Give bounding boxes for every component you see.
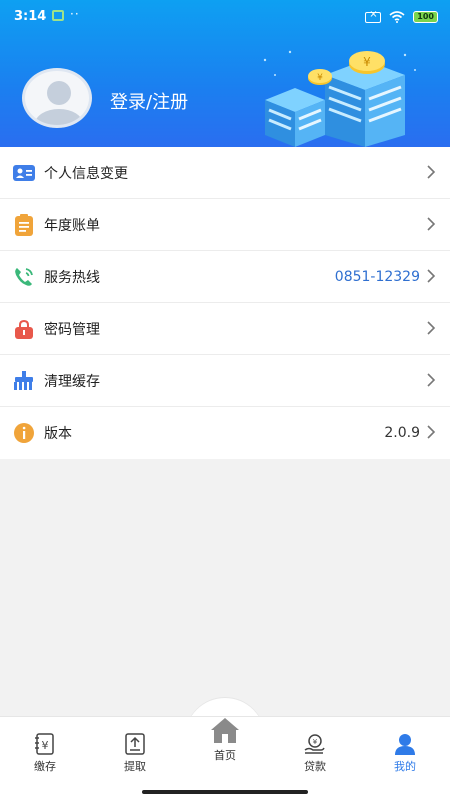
menu-item-label: 服务热线 bbox=[44, 269, 100, 286]
buildings-illustration-icon: ¥ ¥ bbox=[263, 50, 416, 147]
status-dots: ·· bbox=[70, 7, 80, 21]
login-register-link[interactable]: 登录/注册 bbox=[110, 88, 188, 114]
loan-icon: ¥ bbox=[304, 734, 325, 754]
chevron-right-icon bbox=[427, 373, 436, 387]
version-number: 2.0.9 bbox=[384, 425, 420, 441]
notification-icon bbox=[52, 10, 64, 21]
menu-item-service-hotline[interactable]: 服务热线 0851-12329 bbox=[0, 251, 450, 303]
avatar[interactable] bbox=[22, 68, 92, 128]
tab-loan[interactable]: ¥ 贷款 bbox=[280, 733, 350, 774]
menu-item-label: 清理缓存 bbox=[44, 373, 100, 390]
menu-item-version[interactable]: 版本 2.0.9 bbox=[0, 407, 450, 459]
menu-item-clear-cache[interactable]: 清理缓存 bbox=[0, 355, 450, 407]
tab-label: 首页 bbox=[214, 749, 236, 762]
home-icon bbox=[211, 718, 239, 743]
status-time: 3:14 bbox=[14, 9, 47, 24]
wifi-icon bbox=[389, 11, 405, 23]
lock-icon bbox=[13, 318, 35, 340]
settings-menu: 个人信息变更 年度账单 服务热线 0851-12329 密码管理 清理缓存 版本… bbox=[0, 147, 450, 459]
info-icon bbox=[13, 422, 35, 444]
tab-label: 我的 bbox=[394, 760, 416, 773]
chevron-right-icon bbox=[427, 269, 436, 283]
svg-text:¥: ¥ bbox=[363, 55, 371, 69]
tab-label: 缴存 bbox=[34, 760, 56, 773]
svg-text:¥: ¥ bbox=[42, 739, 49, 752]
chevron-right-icon bbox=[427, 217, 436, 231]
chevron-right-icon bbox=[427, 321, 436, 335]
avatar-body bbox=[35, 109, 83, 125]
menu-item-label: 年度账单 bbox=[44, 217, 100, 234]
chevron-right-icon bbox=[427, 425, 436, 439]
tab-mine[interactable]: 我的 bbox=[370, 733, 440, 774]
menu-item-password[interactable]: 密码管理 bbox=[0, 303, 450, 355]
profile-header: 3:14 ·· 100 登录/注册 bbox=[0, 0, 450, 147]
home-indicator[interactable] bbox=[142, 790, 308, 794]
svg-text:¥: ¥ bbox=[313, 738, 318, 746]
deposit-icon: ¥ bbox=[35, 733, 54, 755]
menu-item-personal-info[interactable]: 个人信息变更 bbox=[0, 147, 450, 199]
status-right-group: 100 bbox=[365, 9, 438, 25]
battery-icon: 100 bbox=[413, 11, 438, 23]
menu-item-label: 密码管理 bbox=[44, 321, 100, 338]
menu-item-annual-bill[interactable]: 年度账单 bbox=[0, 199, 450, 251]
menu-item-label: 版本 bbox=[44, 426, 72, 442]
phone-icon bbox=[13, 266, 35, 288]
id-card-icon bbox=[13, 162, 35, 184]
avatar-head bbox=[47, 81, 71, 105]
svg-text:¥: ¥ bbox=[317, 73, 323, 83]
tab-withdraw[interactable]: 提取 bbox=[100, 733, 170, 774]
bill-icon bbox=[13, 213, 35, 236]
tab-home[interactable]: 首页 bbox=[190, 716, 260, 763]
user-icon bbox=[395, 734, 415, 755]
hotline-number[interactable]: 0851-12329 bbox=[335, 269, 420, 285]
tab-label: 贷款 bbox=[304, 760, 326, 773]
chevron-right-icon bbox=[427, 165, 436, 179]
menu-item-label: 个人信息变更 bbox=[44, 165, 128, 182]
broom-icon bbox=[13, 370, 35, 392]
withdraw-icon bbox=[125, 733, 145, 755]
tab-deposit[interactable]: ¥ 缴存 bbox=[10, 733, 80, 774]
status-bar: 3:14 ·· 100 bbox=[0, 0, 450, 34]
tab-label: 提取 bbox=[124, 760, 146, 773]
no-sim-icon bbox=[365, 9, 382, 23]
